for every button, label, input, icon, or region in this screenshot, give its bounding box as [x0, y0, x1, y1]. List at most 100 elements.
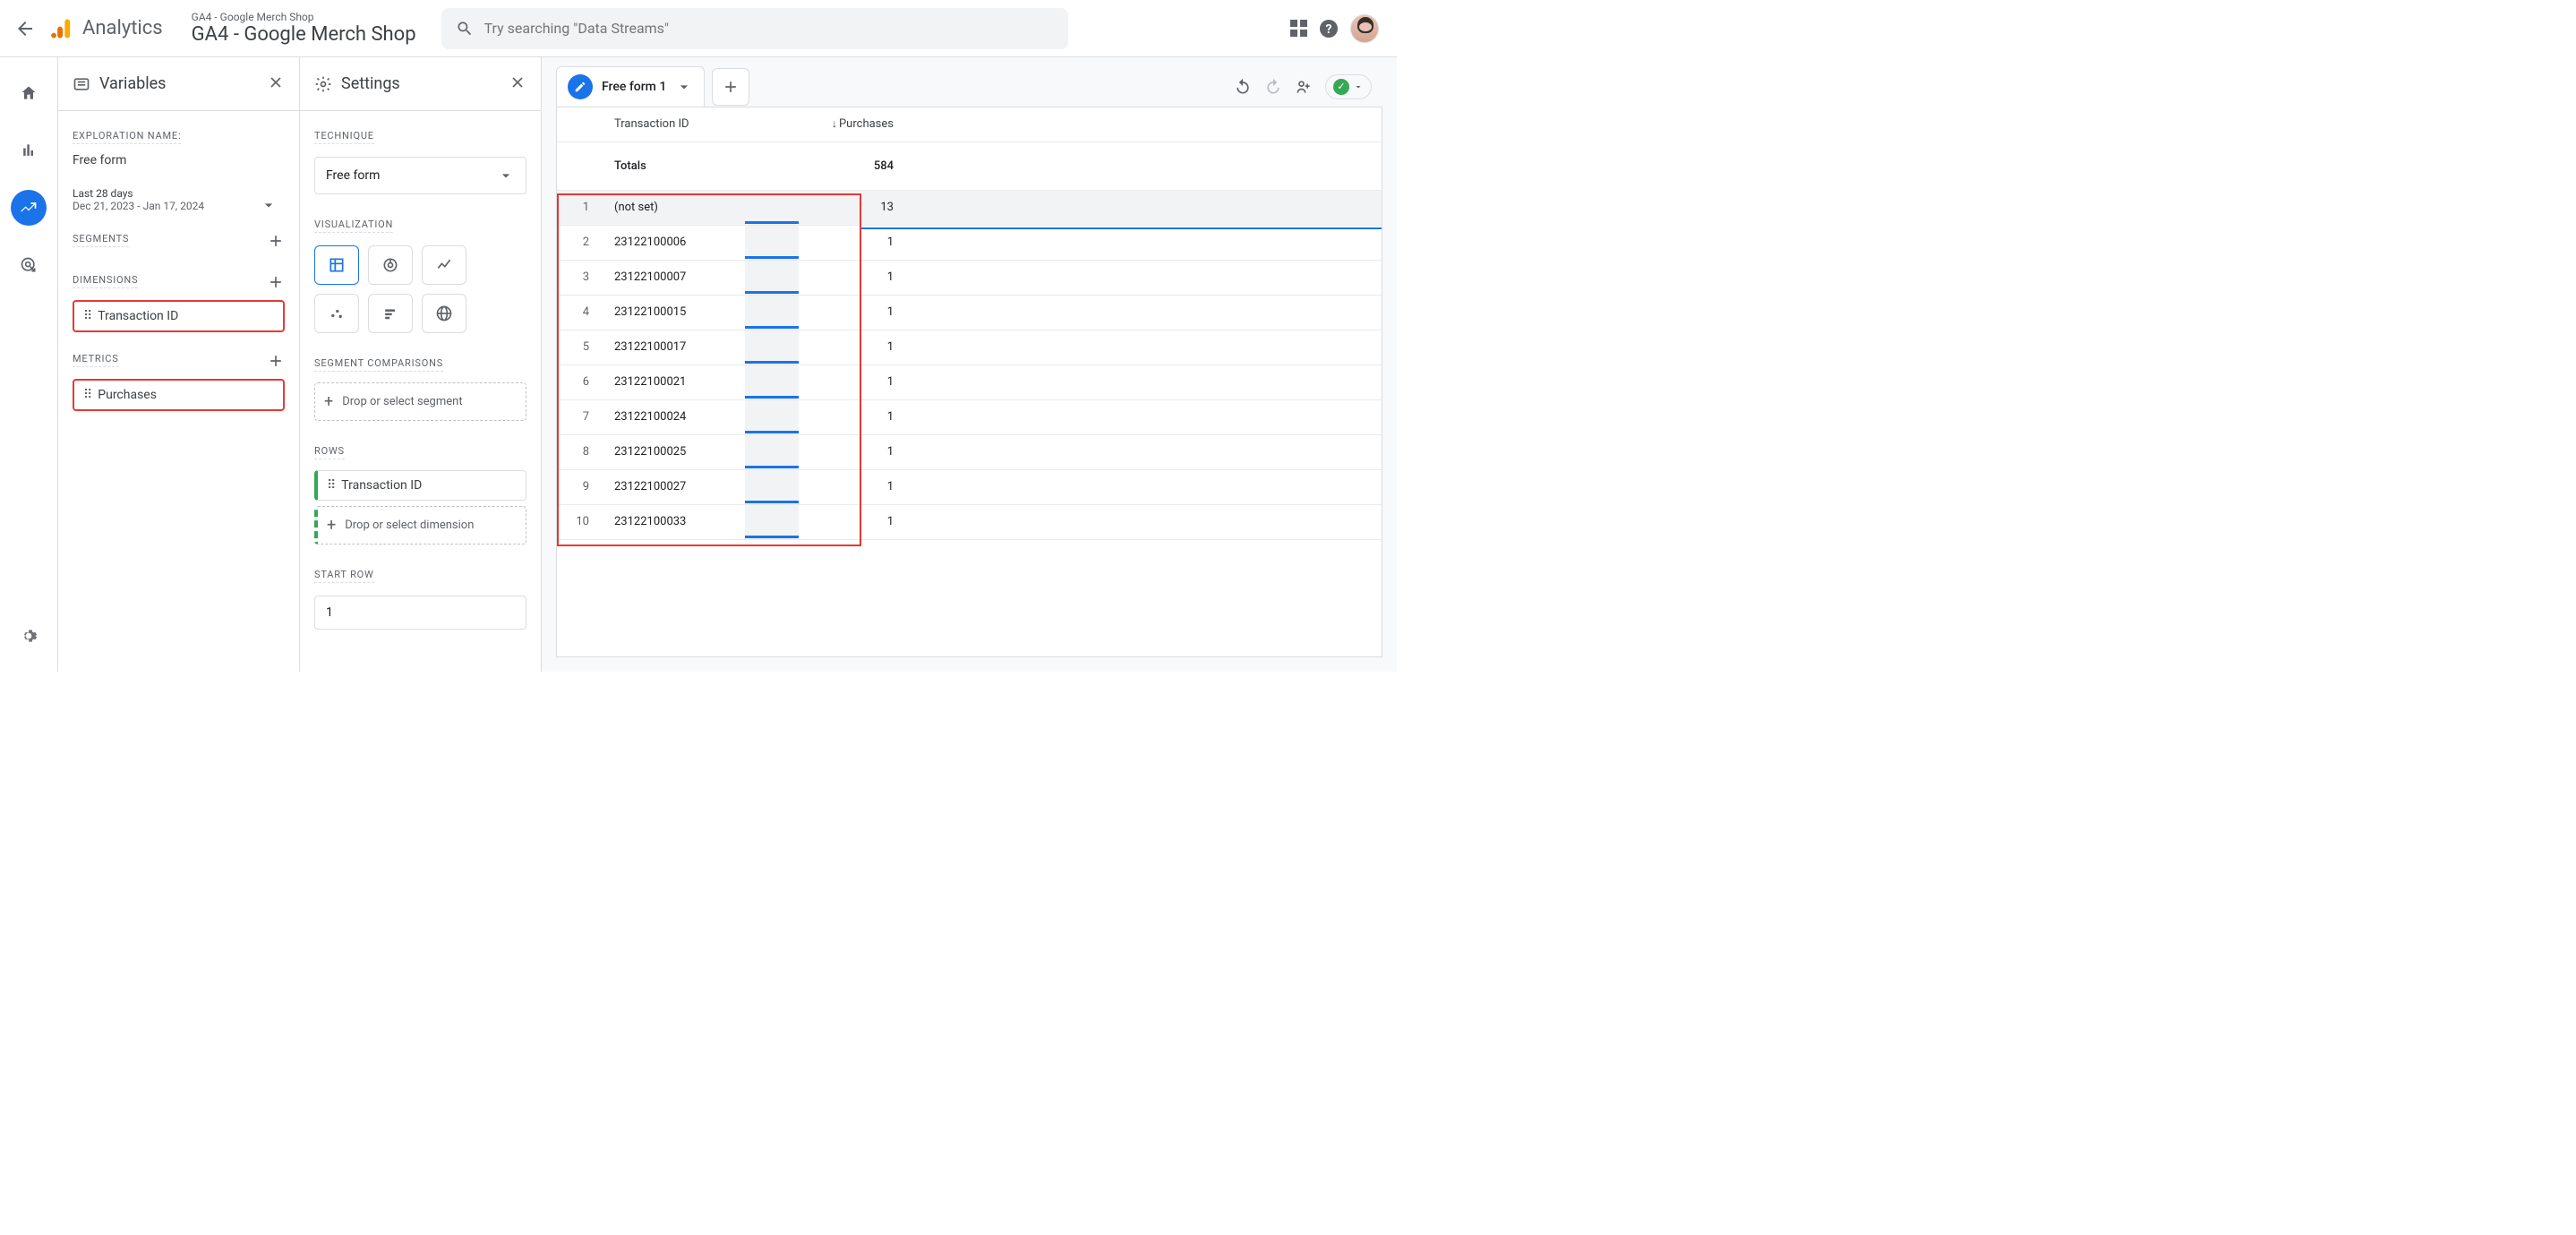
- add-dimension-button[interactable]: [267, 273, 285, 295]
- row-dimension: 23122100006: [602, 225, 745, 260]
- globe-icon: [435, 304, 453, 322]
- canvas-area: Free form 1 ✓: [541, 57, 1397, 672]
- app-header: Analytics GA4 - Google Merch Shop GA4 - …: [0, 0, 1397, 57]
- table-row[interactable]: 9 23122100027 1: [557, 469, 1382, 504]
- exploration-tab[interactable]: Free form 1: [556, 66, 705, 107]
- bar-cell: [745, 330, 799, 364]
- viz-scatter-button[interactable]: [314, 294, 359, 333]
- viz-table-button[interactable]: [314, 245, 359, 285]
- nav-advertising[interactable]: [11, 247, 47, 283]
- status-menu[interactable]: ✓: [1325, 74, 1372, 99]
- dimension-chip-label: Transaction ID: [98, 309, 178, 323]
- sort-desc-icon: ↓: [832, 117, 837, 130]
- settings-panel: Settings TECHNIQUE Free form VISUALIZATI…: [299, 57, 541, 672]
- row-chip-transaction-id[interactable]: ⠿ Transaction ID: [314, 470, 526, 501]
- table-icon: [328, 256, 346, 274]
- totals-label: Totals: [602, 142, 745, 190]
- row-index: 10: [557, 504, 602, 539]
- apps-icon[interactable]: [1290, 20, 1307, 37]
- technique-select[interactable]: Free form: [314, 157, 526, 194]
- row-dropzone[interactable]: + Drop or select dimension: [314, 506, 526, 545]
- start-row-value: 1: [326, 605, 333, 620]
- data-table: Transaction ID ↓Purchases Totals 584: [557, 107, 1382, 540]
- nav-reports[interactable]: [11, 133, 47, 168]
- row-dimension: 23122100021: [602, 364, 745, 399]
- share-icon[interactable]: [1295, 78, 1313, 96]
- row-dimension: 23122100025: [602, 434, 745, 469]
- row-metric: 1: [799, 330, 906, 364]
- line-chart-icon: [435, 256, 453, 274]
- scatter-icon: [328, 304, 346, 322]
- table-row[interactable]: 1 (not set) 13: [557, 190, 1382, 225]
- chevron-down-icon: [260, 196, 278, 214]
- column-header-dimension[interactable]: Transaction ID: [602, 107, 745, 142]
- bar-cell: [745, 470, 799, 504]
- chevron-down-icon: [1353, 81, 1364, 92]
- row-index: 6: [557, 364, 602, 399]
- tab-name: Free form 1: [602, 80, 666, 94]
- metric-chip-purchases[interactable]: ⠿ Purchases: [73, 379, 285, 411]
- table-row[interactable]: 7 23122100024 1: [557, 399, 1382, 434]
- table-row[interactable]: 6 23122100021 1: [557, 364, 1382, 399]
- row-dimension: (not set): [602, 190, 745, 225]
- dimensions-label: DIMENSIONS: [73, 274, 138, 288]
- plus-icon: [267, 352, 285, 370]
- help-icon[interactable]: ?: [1318, 18, 1339, 39]
- row-index: 5: [557, 330, 602, 364]
- svg-text:?: ?: [1326, 22, 1332, 37]
- home-icon: [20, 84, 38, 102]
- date-preset: Last 28 days: [73, 187, 267, 200]
- nav-home[interactable]: [11, 75, 47, 111]
- row-placeholder: Drop or select dimension: [345, 519, 474, 532]
- table-row[interactable]: 8 23122100025 1: [557, 434, 1382, 469]
- arrow-left-icon: [14, 18, 36, 39]
- segment-dropzone[interactable]: + Drop or select segment: [314, 382, 526, 421]
- avatar[interactable]: [1350, 14, 1379, 43]
- row-dimension: 23122100007: [602, 260, 745, 295]
- viz-donut-button[interactable]: [368, 245, 413, 285]
- bar-cell: [745, 261, 799, 295]
- bar-cell: [745, 435, 799, 469]
- variables-panel: Variables EXPLORATION NAME: Free form La…: [57, 57, 299, 672]
- table-row[interactable]: 10 23122100033 1: [557, 504, 1382, 539]
- variables-icon: [73, 75, 90, 93]
- close-settings-button[interactable]: [509, 73, 526, 95]
- search-input[interactable]: [484, 20, 1054, 37]
- segments-label: SEGMENTS: [73, 233, 129, 247]
- table-row[interactable]: 3 23122100007 1: [557, 260, 1382, 295]
- row-metric: 1: [799, 399, 906, 434]
- table-row[interactable]: 5 23122100017 1: [557, 330, 1382, 364]
- undo-icon[interactable]: [1234, 78, 1252, 96]
- bar-chart-icon: [20, 142, 38, 159]
- row-metric: 1: [799, 469, 906, 504]
- search-box[interactable]: [441, 8, 1068, 49]
- table-row[interactable]: 2 23122100006 1: [557, 225, 1382, 260]
- close-variables-button[interactable]: [267, 73, 285, 95]
- column-header-metric[interactable]: ↓Purchases: [799, 107, 906, 142]
- row-metric: 1: [799, 364, 906, 399]
- dimension-chip-transaction-id[interactable]: ⠿ Transaction ID: [73, 300, 285, 332]
- back-button[interactable]: [7, 11, 43, 47]
- viz-geo-button[interactable]: [422, 294, 466, 333]
- nav-explore[interactable]: [11, 190, 47, 226]
- chevron-down-icon[interactable]: [675, 78, 693, 96]
- start-row-input[interactable]: 1: [314, 596, 526, 630]
- viz-line-button[interactable]: [422, 245, 466, 285]
- nav-admin[interactable]: [11, 618, 47, 654]
- row-metric: 1: [799, 225, 906, 260]
- visualization-label: VISUALIZATION: [314, 219, 393, 233]
- redo-icon[interactable]: [1264, 78, 1282, 96]
- plus-icon: +: [327, 516, 336, 535]
- viz-bar-button[interactable]: [368, 294, 413, 333]
- add-metric-button[interactable]: [267, 352, 285, 373]
- table-row[interactable]: 4 23122100015 1: [557, 295, 1382, 330]
- date-range-picker[interactable]: Last 28 days Dec 21, 2023 - Jan 17, 2024: [73, 187, 285, 212]
- bar-cell: [745, 296, 799, 330]
- exploration-name-value[interactable]: Free form: [73, 153, 285, 167]
- add-segment-button[interactable]: [267, 232, 285, 253]
- add-tab-button[interactable]: [712, 68, 749, 106]
- property-selector[interactable]: GA4 - Google Merch Shop GA4 - Google Mer…: [184, 11, 424, 46]
- row-dimension: 23122100027: [602, 469, 745, 504]
- row-index: 4: [557, 295, 602, 330]
- variables-title: Variables: [99, 74, 166, 93]
